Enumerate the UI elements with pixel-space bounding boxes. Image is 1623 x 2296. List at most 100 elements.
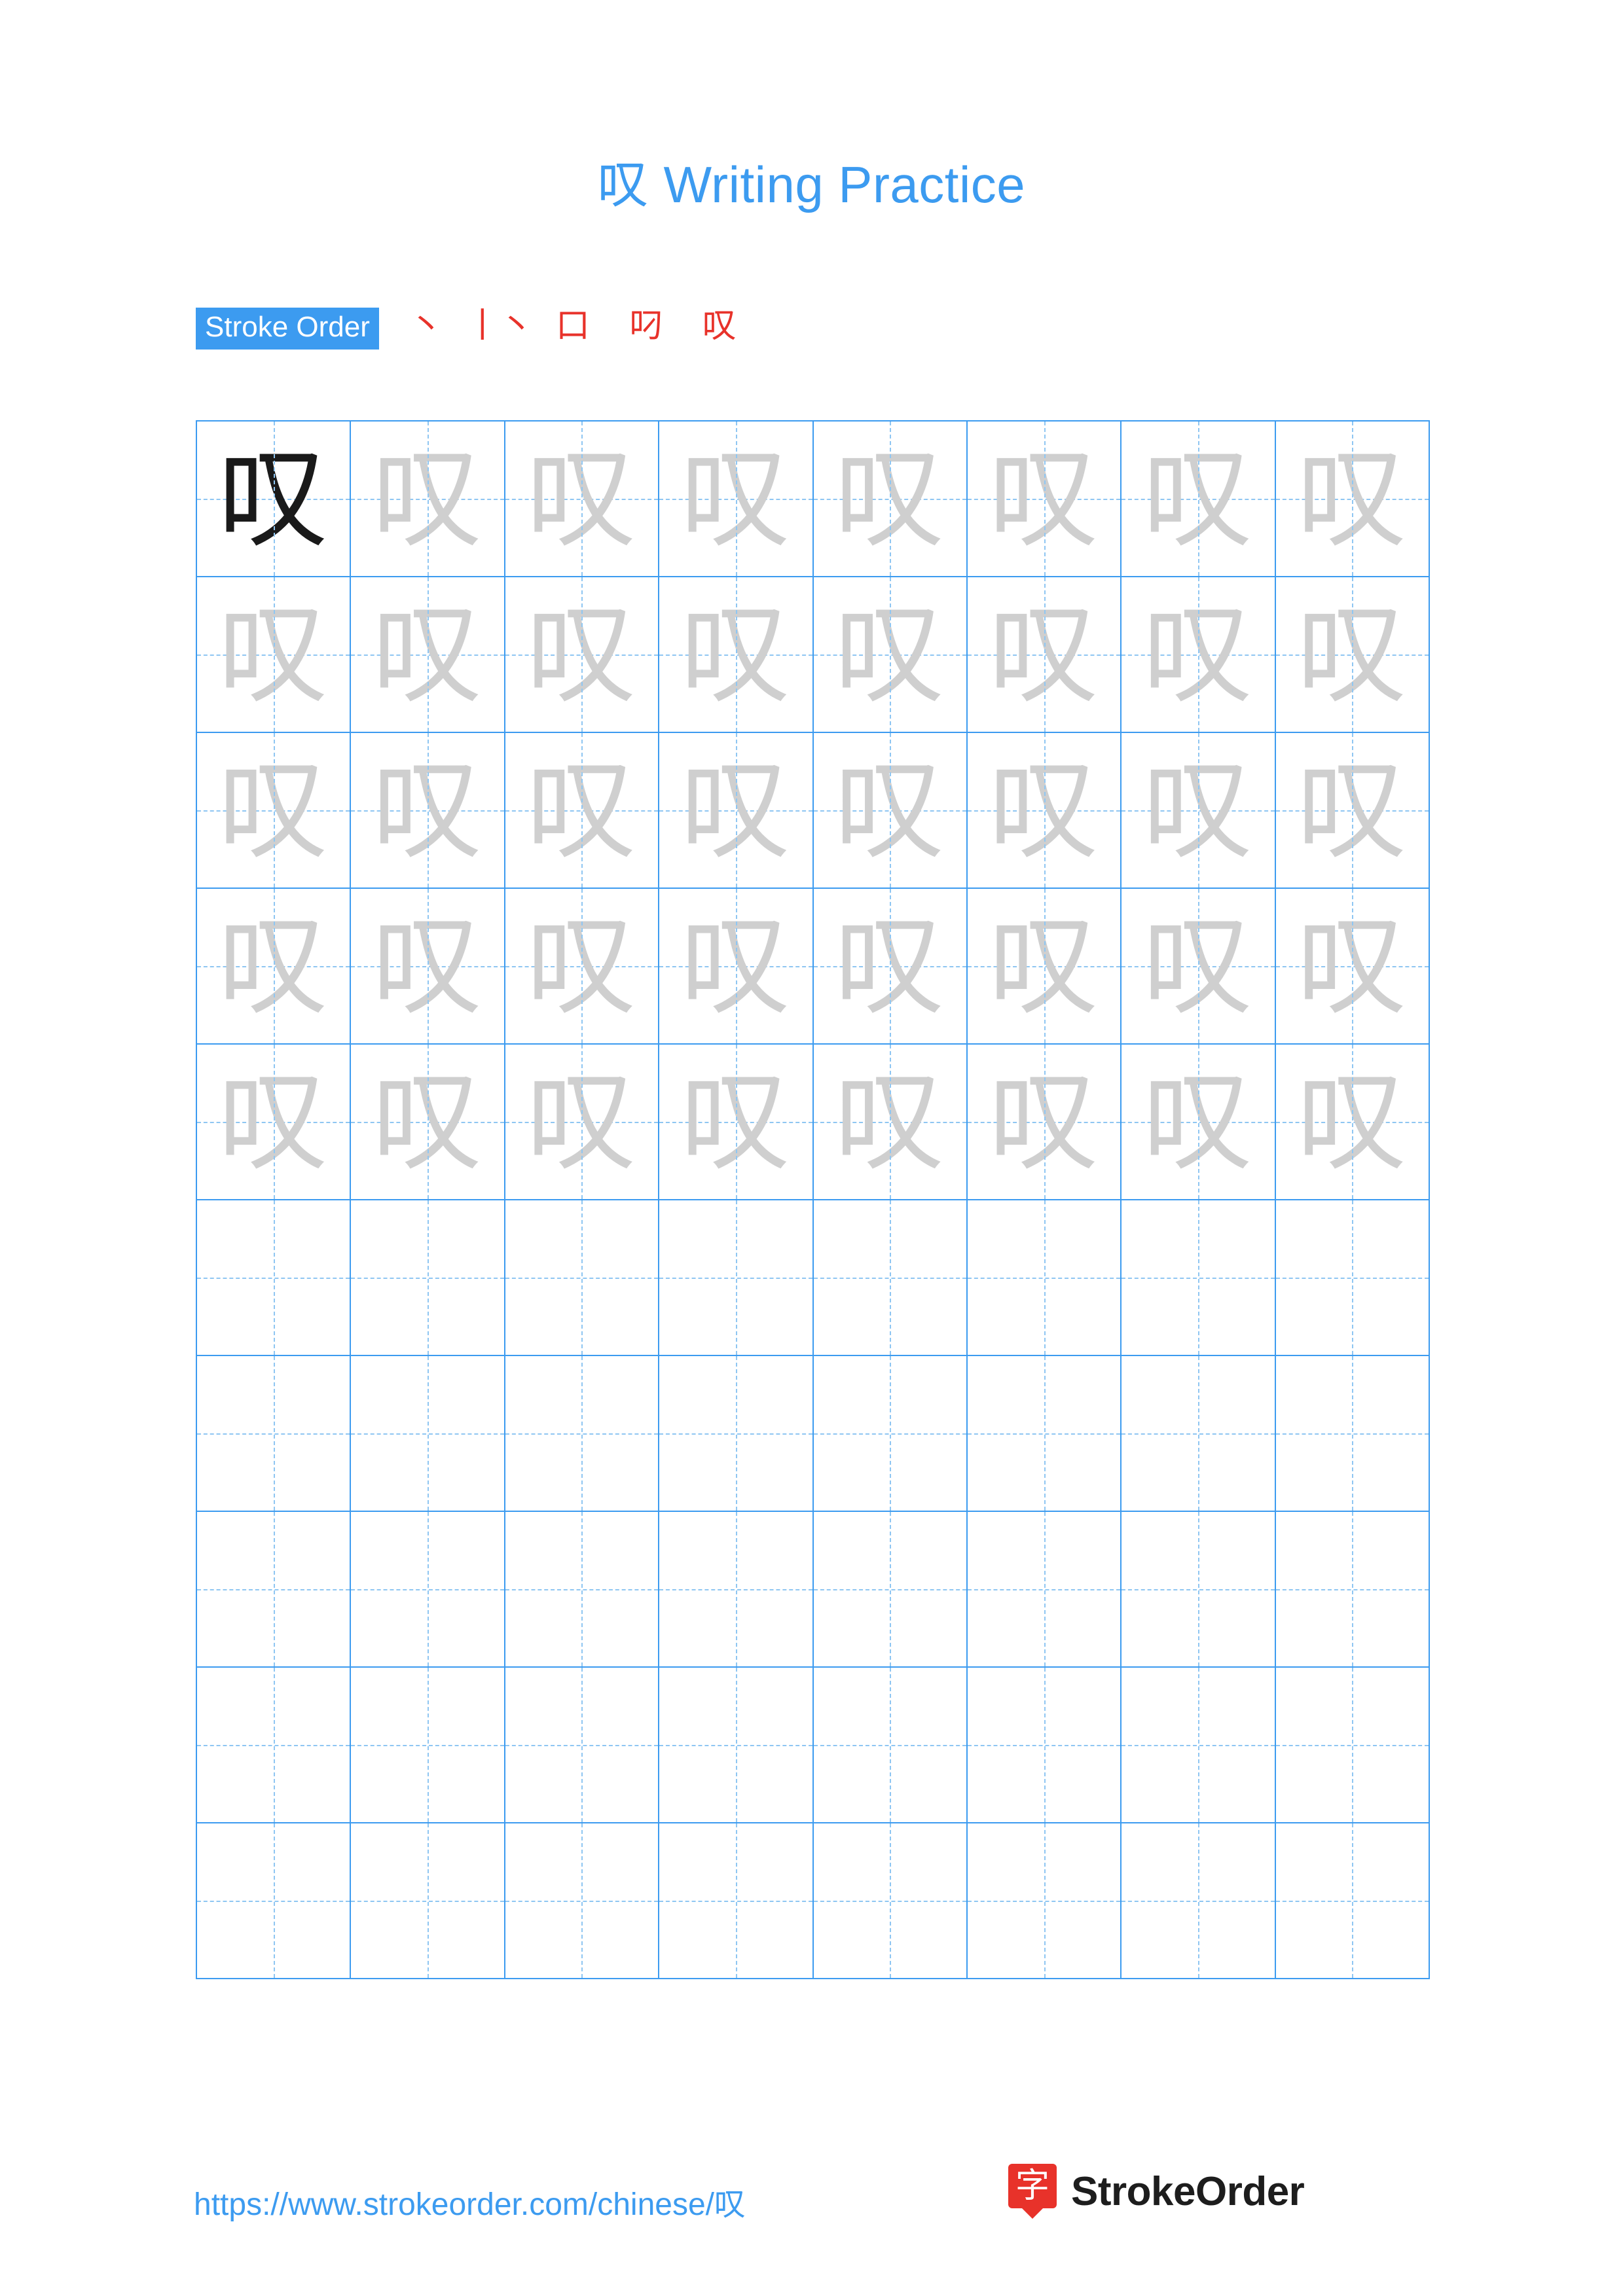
practice-cell[interactable]: 叹 xyxy=(659,577,814,733)
practice-cell[interactable] xyxy=(967,1668,1122,1823)
practice-cell[interactable] xyxy=(967,1356,1122,1512)
practice-cell[interactable]: 叹 xyxy=(659,733,814,889)
practice-cell[interactable] xyxy=(813,1200,968,1356)
brand-name: StrokeOrder xyxy=(1071,2168,1305,2214)
practice-cell[interactable]: 叹 xyxy=(813,733,968,889)
practice-cell[interactable]: 叹 xyxy=(1275,733,1430,889)
practice-cell[interactable] xyxy=(967,1823,1122,1979)
practice-cell[interactable]: 叹 xyxy=(197,422,352,577)
practice-cell[interactable] xyxy=(505,1512,660,1668)
practice-cell[interactable]: 叹 xyxy=(197,577,352,733)
practice-cell[interactable] xyxy=(351,1668,505,1823)
practice-cell[interactable] xyxy=(1122,1668,1276,1823)
practice-grid: 叹叹叹叹叹叹叹叹叹叹叹叹叹叹叹叹叹叹叹叹叹叹叹叹叹叹叹叹叹叹叹叹叹叹叹叹叹叹叹叹 xyxy=(196,420,1430,1979)
practice-cell[interactable] xyxy=(505,1823,660,1979)
practice-cell[interactable]: 叹 xyxy=(197,1045,352,1200)
practice-cell[interactable]: 叹 xyxy=(351,577,505,733)
practice-cell[interactable]: 叹 xyxy=(967,733,1122,889)
practice-cell[interactable]: 叹 xyxy=(1122,422,1276,577)
practice-character: 叹 xyxy=(835,1058,945,1186)
practice-character: 叹 xyxy=(989,435,1099,563)
practice-cell[interactable] xyxy=(197,1823,352,1979)
practice-cell[interactable] xyxy=(1122,1823,1276,1979)
practice-cell[interactable]: 叹 xyxy=(967,577,1122,733)
practice-cell[interactable] xyxy=(351,1200,505,1356)
practice-cell[interactable] xyxy=(1275,1356,1430,1512)
practice-cell[interactable] xyxy=(505,1668,660,1823)
practice-character xyxy=(1122,1356,1274,1511)
practice-cell[interactable] xyxy=(967,1512,1122,1668)
practice-cell[interactable]: 叹 xyxy=(659,889,814,1045)
practice-character: 叹 xyxy=(1142,746,1253,874)
practice-cell[interactable]: 叹 xyxy=(197,733,352,889)
practice-cell[interactable]: 叹 xyxy=(813,422,968,577)
practice-cell[interactable]: 叹 xyxy=(505,422,660,577)
practice-cell[interactable] xyxy=(351,1356,505,1512)
practice-cell[interactable] xyxy=(1122,1200,1276,1356)
practice-cell[interactable] xyxy=(1275,1512,1430,1668)
practice-cell[interactable] xyxy=(1122,1512,1276,1668)
practice-character xyxy=(968,1823,1120,1978)
practice-cell[interactable] xyxy=(967,1200,1122,1356)
practice-cell[interactable]: 叹 xyxy=(1122,1045,1276,1200)
practice-cell[interactable]: 叹 xyxy=(505,733,660,889)
practice-cell[interactable] xyxy=(659,1356,814,1512)
practice-cell[interactable] xyxy=(197,1200,352,1356)
practice-character: 叹 xyxy=(1142,902,1253,1030)
practice-character xyxy=(351,1356,503,1511)
practice-cell[interactable]: 叹 xyxy=(1122,577,1276,733)
practice-cell[interactable] xyxy=(197,1356,352,1512)
practice-cell[interactable]: 叹 xyxy=(1275,1045,1430,1200)
practice-cell[interactable]: 叹 xyxy=(967,422,1122,577)
practice-cell[interactable] xyxy=(659,1200,814,1356)
practice-cell[interactable] xyxy=(351,1823,505,1979)
practice-cell[interactable]: 叹 xyxy=(967,1045,1122,1200)
practice-cell[interactable]: 叹 xyxy=(659,1045,814,1200)
practice-character: 叹 xyxy=(680,435,791,563)
footer-url-link[interactable]: https://www.strokeorder.com/chinese/叹 xyxy=(194,2178,746,2224)
practice-cell[interactable]: 叹 xyxy=(351,889,505,1045)
practice-cell[interactable]: 叹 xyxy=(505,889,660,1045)
practice-cell[interactable]: 叹 xyxy=(197,889,352,1045)
practice-cell[interactable]: 叹 xyxy=(505,1045,660,1200)
practice-cell[interactable] xyxy=(1122,1356,1276,1512)
practice-character xyxy=(351,1512,503,1666)
practice-cell[interactable] xyxy=(505,1200,660,1356)
practice-cell[interactable] xyxy=(351,1512,505,1668)
practice-cell[interactable]: 叹 xyxy=(1122,733,1276,889)
practice-cell[interactable]: 叹 xyxy=(813,577,968,733)
practice-character: 叹 xyxy=(218,1058,329,1186)
practice-cell[interactable] xyxy=(1275,1200,1430,1356)
practice-character xyxy=(505,1512,658,1666)
practice-character: 叹 xyxy=(1142,435,1253,563)
practice-cell[interactable] xyxy=(1275,1668,1430,1823)
practice-cell[interactable]: 叹 xyxy=(1275,889,1430,1045)
practice-cell[interactable]: 叹 xyxy=(813,1045,968,1200)
practice-cell[interactable] xyxy=(813,1668,968,1823)
practice-cell[interactable] xyxy=(505,1356,660,1512)
practice-cell[interactable] xyxy=(659,1823,814,1979)
practice-cell[interactable]: 叹 xyxy=(351,733,505,889)
practice-cell[interactable] xyxy=(197,1668,352,1823)
practice-cell[interactable] xyxy=(813,1823,968,1979)
practice-cell[interactable]: 叹 xyxy=(351,1045,505,1200)
practice-cell[interactable]: 叹 xyxy=(351,422,505,577)
practice-cell[interactable] xyxy=(659,1512,814,1668)
practice-character xyxy=(659,1823,812,1978)
practice-cell[interactable] xyxy=(197,1512,352,1668)
practice-cell[interactable] xyxy=(659,1668,814,1823)
practice-character: 叹 xyxy=(373,1058,483,1186)
practice-cell[interactable]: 叹 xyxy=(967,889,1122,1045)
practice-cell[interactable] xyxy=(1275,1823,1430,1979)
practice-cell[interactable]: 叹 xyxy=(1122,889,1276,1045)
practice-cell[interactable]: 叹 xyxy=(813,889,968,1045)
practice-cell[interactable]: 叹 xyxy=(505,577,660,733)
practice-cell[interactable]: 叹 xyxy=(659,422,814,577)
practice-cell[interactable] xyxy=(813,1356,968,1512)
practice-cell[interactable]: 叹 xyxy=(1275,577,1430,733)
practice-character: 叹 xyxy=(1297,746,1408,874)
practice-character xyxy=(1122,1668,1274,1822)
practice-cell[interactable]: 叹 xyxy=(1275,422,1430,577)
practice-cell[interactable] xyxy=(813,1512,968,1668)
practice-character xyxy=(1276,1512,1429,1666)
